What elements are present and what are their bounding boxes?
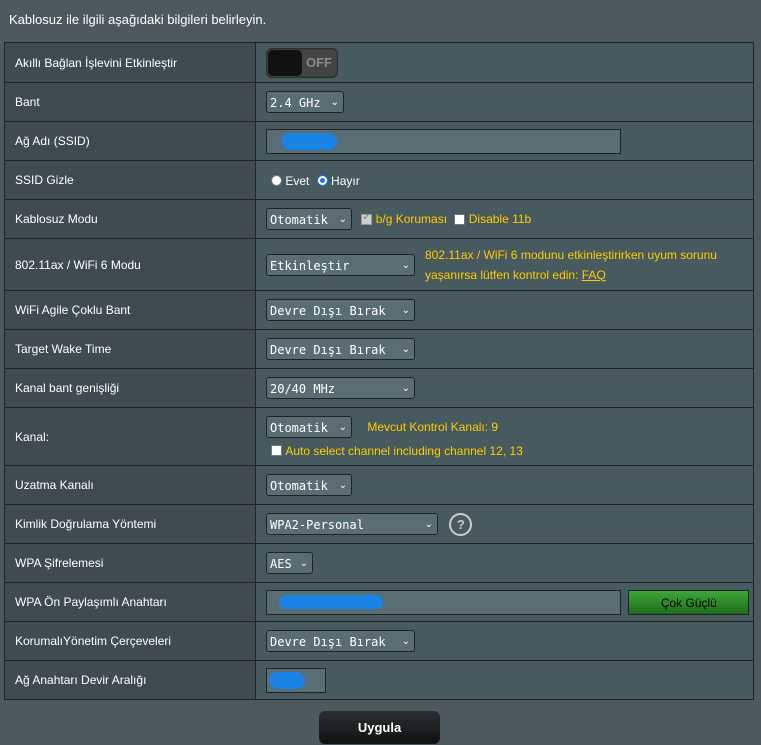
row-ssid: Ağ Adı (SSID) bbox=[4, 121, 754, 161]
twt-select[interactable]: Devre Dışı Bırak ⌄ bbox=[266, 338, 415, 360]
channel-select[interactable]: Otomatik ⌄ bbox=[266, 415, 352, 438]
psk-input[interactable] bbox=[266, 589, 621, 615]
label-twt: Target Wake Time bbox=[4, 329, 256, 369]
label-wifi6: 802.11ax / WiFi 6 Modu bbox=[4, 238, 256, 291]
chevron-down-icon: ⌄ bbox=[338, 421, 347, 433]
chevron-down-icon: ⌄ bbox=[330, 97, 339, 108]
label-wpa-enc: WPA Şifrelemesi bbox=[4, 543, 256, 583]
disable-11b-checkbox[interactable] bbox=[454, 213, 466, 225]
label-channel: Kanal: bbox=[4, 407, 256, 466]
toggle-state: OFF bbox=[306, 54, 332, 70]
chevron-down-icon: ⌄ bbox=[401, 636, 410, 647]
agile-select[interactable]: Devre Dışı Bırak ⌄ bbox=[266, 299, 415, 321]
disable-11b-label: Disable 11b bbox=[468, 212, 532, 226]
smart-connect-toggle[interactable]: OFF bbox=[266, 47, 338, 78]
row-channel: Kanal: Otomatik ⌄ Mevcut Kontrol Kanalı: … bbox=[4, 407, 754, 466]
hide-ssid-yes-radio[interactable] bbox=[271, 174, 282, 186]
chevron-down-icon: ⌄ bbox=[401, 259, 410, 271]
label-agile: WiFi Agile Çoklu Bant bbox=[4, 290, 256, 330]
label-rekey: Ağ Anahtarı Devir Aralığı bbox=[4, 660, 256, 700]
row-wireless-mode: Kablosuz Modu Otomatik⌄ b/g Koruması Dis… bbox=[4, 199, 754, 239]
toggle-knob bbox=[268, 49, 302, 76]
password-strength-indicator: Çok Güçlü bbox=[628, 589, 750, 615]
wireless-mode-select[interactable]: Otomatik ⌄ bbox=[266, 208, 352, 230]
current-channel-text: Mevcut Kontrol Kanalı: 9 bbox=[367, 419, 499, 434]
redaction-mark bbox=[279, 594, 383, 609]
hide-ssid-no-radio[interactable] bbox=[316, 174, 328, 186]
help-icon[interactable]: ? bbox=[449, 512, 473, 536]
redaction-mark bbox=[269, 671, 305, 689]
wpa-enc-select[interactable]: AES ⌄ bbox=[266, 552, 313, 574]
row-rekey: Ağ Anahtarı Devir Aralığı bbox=[4, 660, 754, 700]
bandwidth-select[interactable]: 20/40 MHz ⌄ bbox=[266, 377, 415, 399]
chevron-down-icon: ⌄ bbox=[338, 480, 347, 491]
hide-ssid-yes-label: Evet bbox=[285, 173, 310, 188]
redaction-mark bbox=[281, 132, 337, 150]
chevron-down-icon: ⌄ bbox=[299, 558, 308, 569]
row-agile: WiFi Agile Çoklu Bant Devre Dışı Bırak ⌄ bbox=[4, 290, 754, 330]
rekey-input[interactable] bbox=[266, 667, 326, 693]
label-ext-channel: Uzatma Kanalı bbox=[4, 465, 256, 505]
bg-protection-checkbox[interactable] bbox=[361, 212, 373, 225]
label-wireless-mode: Kablosuz Modu bbox=[4, 199, 256, 239]
label-bandwidth: Kanal bant genişliği bbox=[4, 368, 256, 408]
label-psk: WPA Ön Paylaşımlı Anahtarı bbox=[4, 582, 256, 622]
chevron-down-icon: ⌄ bbox=[401, 344, 410, 355]
row-twt: Target Wake Time Devre Dışı Bırak ⌄ bbox=[4, 329, 754, 369]
row-bandwidth: Kanal bant genişliği 20/40 MHz ⌄ bbox=[4, 368, 754, 408]
row-ext-channel: Uzatma Kanalı Otomatik ⌄ bbox=[4, 465, 754, 505]
wifi6-note: 802.11ax / WiFi 6 modunu etkinleştirirke… bbox=[425, 245, 735, 285]
auth-select[interactable]: WPA2-Personal ⌄ bbox=[266, 513, 438, 535]
label-smart-connect: Akıllı Bağlan İşlevini Etkinleştir bbox=[4, 42, 256, 83]
wifi6-note-text: 802.11ax / WiFi 6 modunu etkinleştirirke… bbox=[425, 247, 717, 282]
pmf-select[interactable]: Devre Dışı Bırak ⌄ bbox=[266, 630, 415, 652]
ssid-input[interactable] bbox=[266, 128, 621, 154]
row-psk: WPA Ön Paylaşımlı Anahtarı Çok Güçlü bbox=[4, 582, 754, 622]
apply-button[interactable]: Uygula bbox=[319, 711, 440, 744]
chevron-down-icon: ⌄ bbox=[401, 305, 410, 316]
bg-protection-label: b/g Koruması bbox=[375, 212, 448, 226]
faq-link[interactable]: FAQ bbox=[582, 268, 606, 282]
wifi6-select[interactable]: Etkinleştir ⌄ bbox=[266, 253, 415, 276]
ext-channel-select[interactable]: Otomatik ⌄ bbox=[266, 474, 352, 496]
auto-select-channel-label: Auto select channel including channel 12… bbox=[285, 443, 523, 458]
page-header: Kablosuz ile ilgili aşağıdaki bilgileri … bbox=[9, 12, 267, 27]
label-pmf: KorumalıYönetim Çerçeveleri bbox=[4, 621, 256, 661]
chevron-down-icon: ⌄ bbox=[424, 519, 433, 530]
label-hide-ssid: SSID Gizle bbox=[4, 160, 256, 200]
chevron-down-icon: ⌄ bbox=[338, 214, 347, 225]
row-wpa-enc: WPA Şifrelemesi AES ⌄ bbox=[4, 543, 754, 583]
auto-select-channel-checkbox[interactable] bbox=[271, 444, 282, 456]
row-hide-ssid: SSID Gizle Evet Hayır bbox=[4, 160, 754, 200]
label-ssid: Ağ Adı (SSID) bbox=[4, 121, 256, 161]
row-smart-connect: Akıllı Bağlan İşlevini Etkinleştir OFF bbox=[4, 42, 754, 83]
wireless-settings-table: Akıllı Bağlan İşlevini Etkinleştir OFF B… bbox=[4, 42, 754, 700]
hide-ssid-no-label: Hayır bbox=[331, 173, 360, 188]
row-auth: Kimlik Doğrulama Yöntemi WPA2-Personal ⌄ … bbox=[4, 504, 754, 544]
label-auth: Kimlik Doğrulama Yöntemi bbox=[4, 504, 256, 544]
chevron-down-icon: ⌄ bbox=[401, 383, 410, 394]
row-pmf: KorumalıYönetim Çerçeveleri Devre Dışı B… bbox=[4, 621, 754, 661]
row-band: Bant 2.4 GHz ⌄ bbox=[4, 82, 754, 122]
row-wifi6: 802.11ax / WiFi 6 Modu Etkinleştir ⌄ 802.… bbox=[4, 238, 754, 291]
label-band: Bant bbox=[4, 82, 256, 122]
band-select[interactable]: 2.4 GHz ⌄ bbox=[266, 91, 344, 113]
